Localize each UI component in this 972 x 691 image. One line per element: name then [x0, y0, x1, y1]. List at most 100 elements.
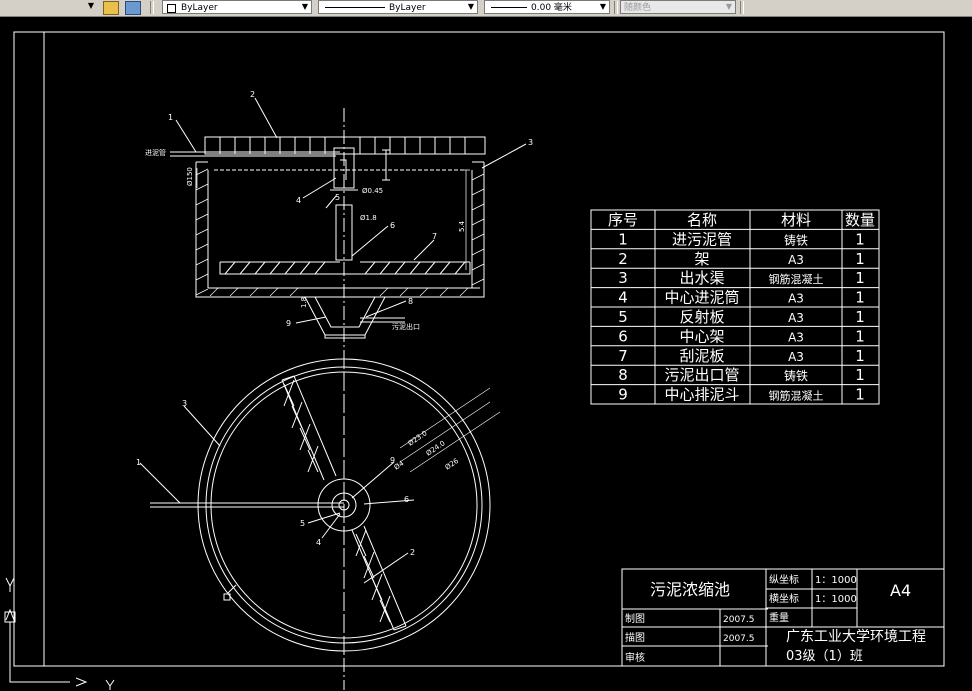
table-cell: 钢筋混凝土 — [769, 272, 824, 286]
vscale-label: 纵坐标 — [769, 574, 799, 586]
vscale-value: 1：1000 — [815, 575, 857, 586]
dim-1-8: Ø1.8 — [360, 214, 377, 222]
table-cell: 1 — [855, 347, 865, 365]
dim-26: Ø26 — [444, 457, 461, 472]
weight-label: 重量 — [769, 611, 789, 624]
drawing-inner-border — [43, 31, 945, 667]
table-cell: A3 — [788, 253, 804, 267]
table-cell: 1 — [855, 308, 865, 326]
chevron-down-icon: ▼ — [599, 2, 607, 11]
layer-dropdown-tail[interactable]: ▼ — [0, 0, 97, 14]
sheet-size: A4 — [890, 581, 911, 600]
table-cell: 5 — [618, 308, 628, 326]
table-header: 数量 — [845, 211, 875, 229]
plan-callout-1: 1 — [136, 458, 141, 467]
table-cell: 1 — [855, 230, 865, 248]
plan-callout-9: 9 — [390, 456, 395, 465]
drawing-outer-border — [13, 31, 945, 667]
properties-toolbar: ▼ ByLayer ▼ ByLayer ▼ 0.00 毫米 ▼ 随颜色 ▼ — [0, 0, 972, 17]
table-cell: A3 — [788, 350, 804, 364]
table-header: 序号 — [608, 211, 638, 229]
layer-stack-icon[interactable] — [103, 1, 119, 15]
plan-callout-5: 5 — [300, 519, 305, 528]
callout-1: 1 — [168, 113, 173, 122]
lineweight-preview — [491, 7, 527, 8]
table-cell: 中心进泥筒 — [664, 289, 739, 307]
layer-match-icon[interactable] — [125, 1, 141, 15]
callout-3: 3 — [528, 138, 533, 147]
sludge-outlet-label: 污泥出口 — [392, 322, 420, 331]
table-cell: 9 — [618, 386, 628, 404]
plan-callout-6: 6 — [404, 495, 409, 504]
dim-0-45: Ø0.45 — [362, 187, 383, 195]
callout-5: 5 — [335, 193, 340, 202]
table-cell: 架 — [694, 250, 709, 268]
callout-6: 6 — [390, 221, 395, 230]
table-cell: 8 — [618, 366, 628, 384]
dim-1-8-vertical: 1.8 — [300, 297, 308, 308]
hscale-label: 横坐标 — [769, 592, 799, 605]
class-name: 03级（1）班 — [786, 649, 863, 664]
plotstyle-dropdown[interactable]: 随颜色 ▼ — [620, 0, 736, 14]
table-cell: 1 — [855, 289, 865, 307]
table-cell: A3 — [788, 292, 804, 306]
dim-150: Ø150 — [186, 167, 194, 186]
table-cell: 钢筋混凝土 — [769, 389, 824, 403]
school-name: 广东工业大学环境工程 — [786, 629, 926, 645]
color-dropdown[interactable]: ByLayer ▼ — [162, 0, 312, 14]
traced-label: 描图 — [625, 631, 645, 644]
table-cell: 7 — [618, 347, 628, 365]
hscale-value: 1：1000 — [815, 594, 857, 605]
table-cell: 6 — [618, 327, 628, 345]
tank-section-view — [170, 97, 527, 690]
ucs-icon — [4, 577, 115, 690]
lineweight-dropdown[interactable]: 0.00 毫米 ▼ — [484, 0, 610, 14]
callout-7: 7 — [432, 232, 437, 241]
table-cell: 2 — [618, 250, 628, 268]
table-cell: 铸铁 — [784, 232, 808, 247]
table-cell: 反射板 — [679, 308, 724, 326]
table-cell: A3 — [788, 330, 804, 344]
table-cell: 中心排泥斗 — [664, 386, 739, 404]
drawing-canvas[interactable]: 进泥管 污泥出口 Ø150 Ø0.45 Ø1.8 5.4 1.8 Ø23.0 Ø… — [0, 18, 972, 691]
chevron-down-icon: ▼ — [725, 2, 733, 11]
table-cell: 刮泥板 — [679, 347, 724, 365]
table-cell: 1 — [855, 366, 865, 384]
title-block: 污泥浓缩池 纵坐标 1：1000 横坐标 1：1000 重量 A4 制图 200… — [621, 568, 945, 667]
drawn-date: 2007.5 — [723, 615, 755, 625]
callout-8: 8 — [408, 297, 413, 306]
table-cell: 1 — [855, 327, 865, 345]
table-cell: 中心架 — [679, 327, 724, 345]
table-cell: 污泥出口管 — [664, 366, 739, 384]
table-header: 名称 — [687, 211, 717, 229]
linetype-dropdown[interactable]: ByLayer ▼ — [318, 0, 478, 14]
table-cell: 出水渠 — [679, 269, 724, 287]
table-cell: 1 — [855, 386, 865, 404]
dim-5-4: 5.4 — [458, 220, 466, 232]
plan-callout-2: 2 — [410, 548, 415, 557]
table-cell: 3 — [618, 269, 628, 287]
table-cell: 1 — [855, 269, 865, 287]
callout-2: 2 — [250, 90, 255, 99]
plan-callout-4: 4 — [316, 538, 321, 547]
inlet-pipe-label: 进泥管 — [145, 148, 166, 157]
linetype-preview — [325, 7, 385, 8]
table-cell: 1 — [618, 230, 628, 248]
callout-9: 9 — [286, 319, 291, 328]
table-cell: 4 — [618, 289, 628, 307]
tank-plan-view — [139, 355, 501, 655]
table-cell: 铸铁 — [784, 368, 808, 383]
traced-date: 2007.5 — [723, 634, 755, 644]
color-swatch-icon — [167, 4, 176, 13]
table-header: 材料 — [781, 211, 811, 229]
chevron-down-icon: ▼ — [301, 2, 309, 11]
table-cell: 1 — [855, 250, 865, 268]
table-cell: A3 — [788, 311, 804, 325]
table-cell: 进污泥管 — [672, 230, 732, 248]
parts-table: 序号 名称 材料 数量1 进污泥管 铸铁 12 架 A3 13 出水渠 钢筋混凝土 14 中心进泥筒 A3 1… — [590, 209, 880, 405]
review-label: 审核 — [625, 651, 645, 664]
chevron-down-icon: ▼ — [467, 2, 475, 11]
chevron-down-icon: ▼ — [87, 1, 95, 10]
callout-4: 4 — [296, 196, 301, 205]
drawn-label: 制图 — [625, 612, 645, 625]
